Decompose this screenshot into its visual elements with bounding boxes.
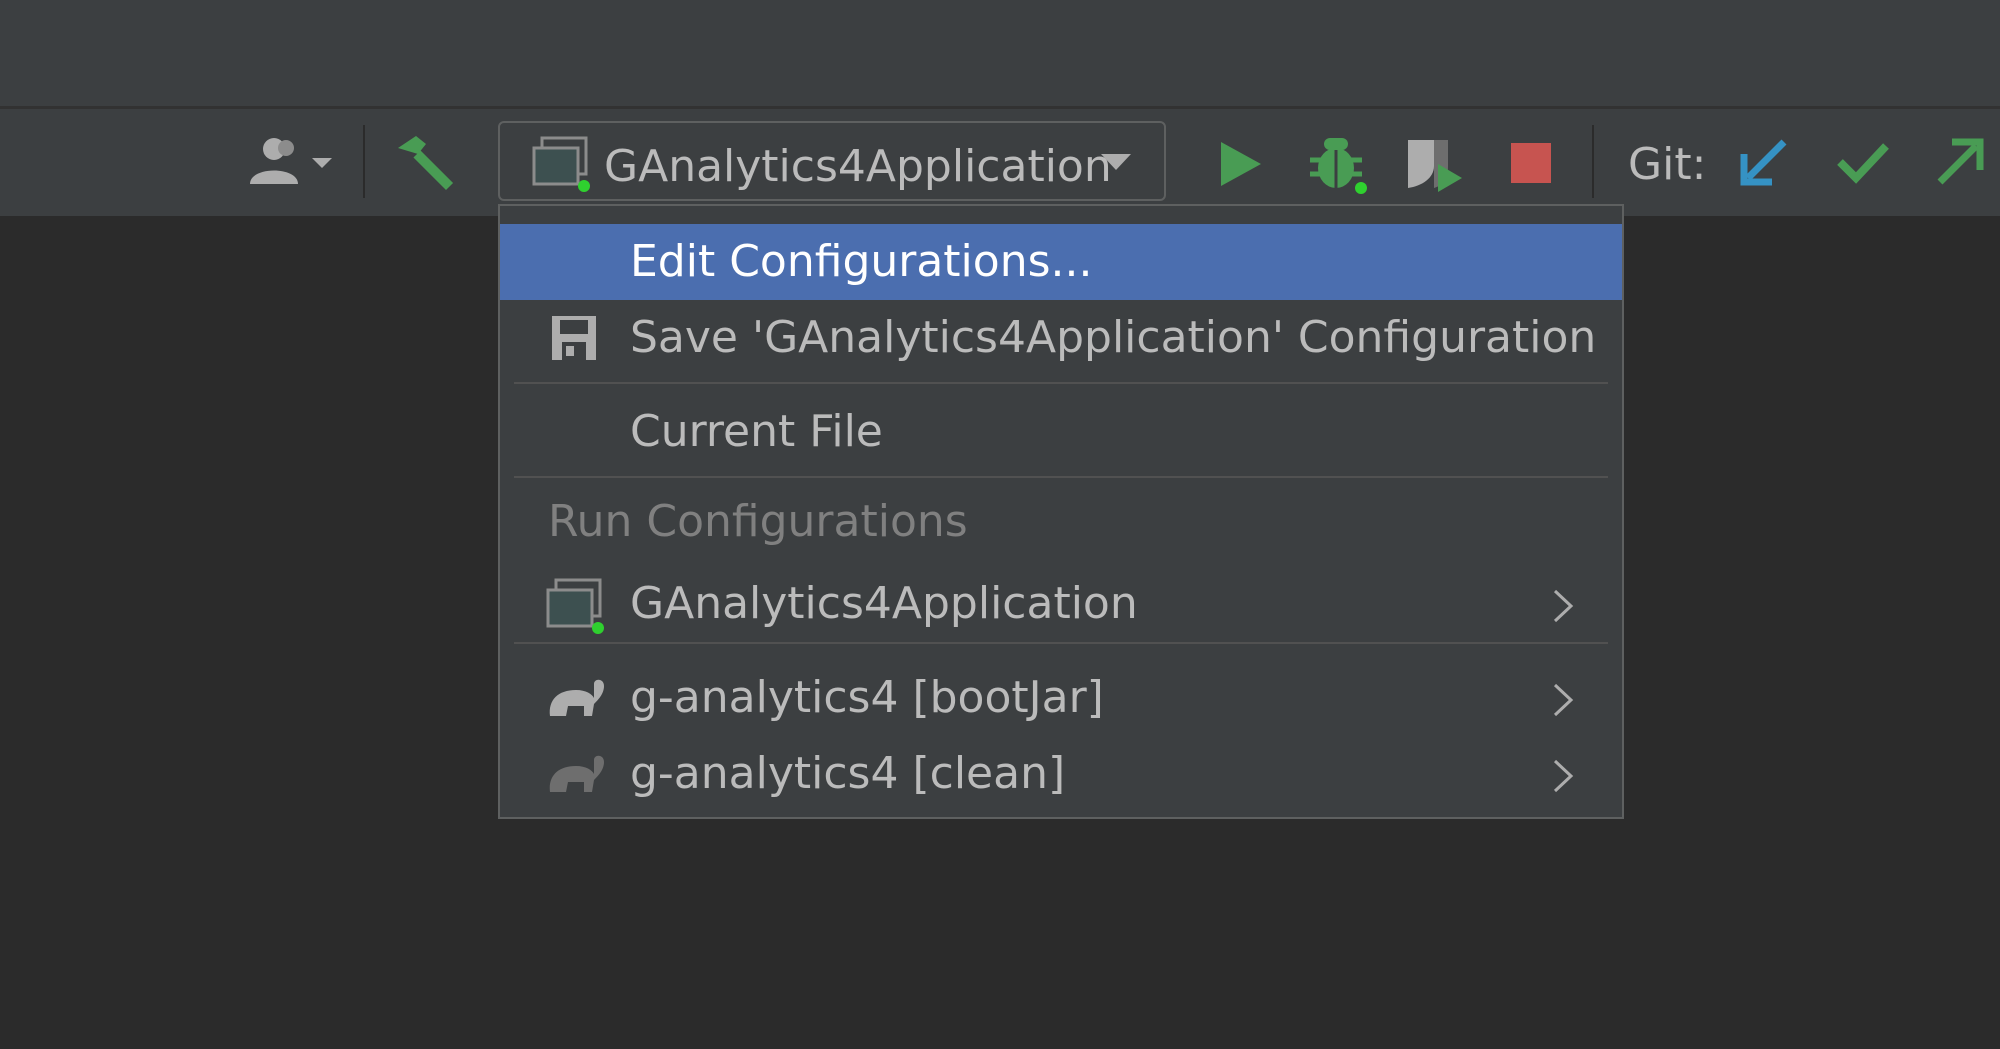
menu-item-edit-configurations[interactable]: Edit Configurations... (500, 224, 1622, 300)
menu-item-save-configuration[interactable]: Save 'GAnalytics4Application' Configurat… (500, 300, 1622, 376)
application-config-icon (546, 578, 604, 634)
save-icon (552, 316, 596, 360)
git-commit-icon[interactable] (1836, 140, 1890, 184)
run-icon[interactable] (1219, 140, 1263, 188)
chevron-right-icon (1553, 759, 1574, 793)
user-switch-icon[interactable] (244, 136, 344, 188)
menu-item-ganalytics4-application[interactable]: GAnalytics4Application (500, 566, 1622, 642)
stop-icon[interactable] (1510, 142, 1552, 184)
chevron-down-icon (1101, 154, 1131, 170)
toolbar-separator (363, 125, 365, 198)
menu-item-current-file[interactable]: Current File (500, 394, 1622, 470)
menu-item-label: g-analytics4 [bootJar] (630, 672, 1104, 723)
gradle-icon (549, 679, 604, 716)
debug-icon[interactable] (1306, 134, 1370, 196)
toolbar-separator (1592, 125, 1594, 198)
chevron-right-icon (1553, 683, 1574, 717)
menu-separator (514, 642, 1608, 644)
menu-item-gradle-clean[interactable]: g-analytics4 [clean] (500, 736, 1622, 812)
gradle-icon (549, 755, 604, 792)
menu-item-label: Current File (630, 406, 883, 457)
chevron-right-icon (1553, 589, 1574, 623)
title-bar-area (0, 0, 2000, 106)
menu-item-gradle-bootjar[interactable]: g-analytics4 [bootJar] (500, 660, 1622, 736)
run-configuration-label: GAnalytics4Application (604, 141, 1112, 192)
menu-item-label: g-analytics4 [clean] (630, 748, 1066, 799)
coverage-icon[interactable] (1404, 136, 1464, 194)
hammer-icon[interactable] (392, 134, 456, 194)
git-label: Git: (1628, 139, 1707, 190)
menu-item-label: GAnalytics4Application (630, 578, 1138, 629)
menu-separator (514, 382, 1608, 384)
run-configurations-header: Run Configurations (548, 496, 968, 547)
menu-item-label: Save 'GAnalytics4Application' Configurat… (630, 312, 1597, 363)
application-config-icon (532, 136, 590, 192)
run-configurations-popup: Edit Configurations... Save 'GAnalytics4… (498, 204, 1624, 819)
git-update-icon[interactable] (1740, 138, 1790, 186)
menu-item-label: Edit Configurations... (630, 236, 1093, 287)
menu-separator (514, 476, 1608, 478)
git-push-icon[interactable] (1934, 138, 1984, 186)
